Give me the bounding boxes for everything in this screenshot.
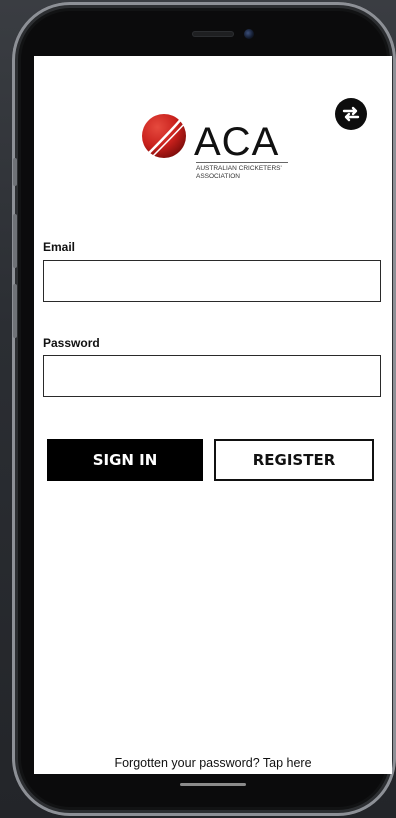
front-camera <box>244 29 254 39</box>
app-screen: ACA AUSTRALIAN CRICKETERS' ASSOCIATION E… <box>34 56 392 774</box>
email-field[interactable] <box>43 260 381 302</box>
register-button[interactable]: REGISTER <box>214 439 374 481</box>
aca-logo: ACA AUSTRALIAN CRICKETERS' ASSOCIATION <box>140 112 300 184</box>
logo-subtitle: AUSTRALIAN CRICKETERS' ASSOCIATION <box>196 165 282 180</box>
logo-divider <box>196 162 288 163</box>
swap-toggle-button[interactable] <box>335 98 367 130</box>
cricket-ball-icon <box>142 114 187 158</box>
logo-title: ACA <box>194 120 280 164</box>
home-indicator <box>180 783 246 786</box>
speaker-grille <box>192 31 234 37</box>
forgot-password-link[interactable]: Forgotten your password? Tap here <box>34 756 392 770</box>
email-label: Email <box>43 240 76 254</box>
volume-up-button <box>13 214 17 268</box>
swap-arrows-icon <box>342 106 360 122</box>
password-field[interactable] <box>43 355 381 397</box>
volume-down-button <box>13 284 17 338</box>
password-label: Password <box>43 336 100 350</box>
silent-switch <box>13 158 17 186</box>
sign-in-button[interactable]: SIGN IN <box>47 439 203 481</box>
